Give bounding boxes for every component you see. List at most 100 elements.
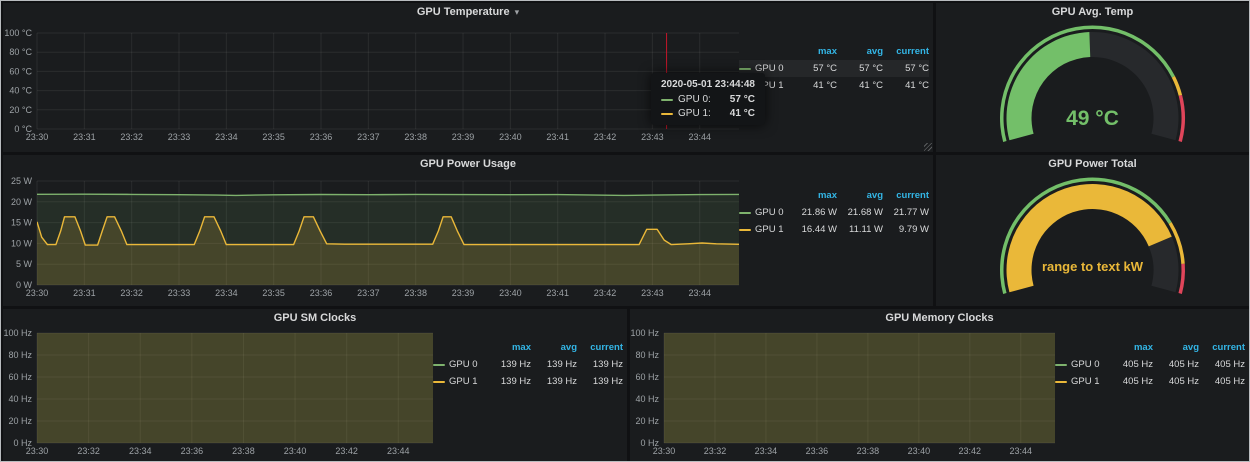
x-axis-tick-label: 23:36 (181, 446, 204, 456)
gpu-power-usage-chart[interactable]: 0 W5 W10 W15 W20 W25 W23:3023:3123:3223:… (3, 173, 739, 304)
x-axis-tick-label: 23:44 (387, 446, 410, 456)
grafana-dashboard: GPU Temperature ▾ 0 °C20 °C40 °C60 °C80 … (0, 0, 1250, 462)
legend-header-row: maxavgcurrent (739, 43, 929, 60)
legend-sort-header-avg[interactable]: avg (837, 190, 883, 201)
x-axis-tick-label: 23:37 (357, 288, 380, 298)
y-axis-tick-label: 100 Hz (3, 328, 32, 338)
legend-sort-header-avg[interactable]: avg (837, 46, 883, 57)
legend-sort-header-avg[interactable]: avg (1153, 342, 1199, 353)
x-axis-tick-label: 23:44 (688, 288, 711, 298)
y-axis-tick-label: 40 Hz (8, 394, 32, 404)
legend-sort-header-max[interactable]: max (791, 190, 837, 201)
x-axis-tick-label: 23:40 (499, 288, 522, 298)
legend-stat-value: 21.77 W (883, 207, 929, 218)
legend-series-row: GPU 1405 Hz405 Hz405 Hz (1055, 373, 1245, 390)
y-axis-tick-label: 5 W (16, 259, 33, 269)
x-axis-tick-label: 23:33 (168, 132, 191, 142)
legend-sort-header-current[interactable]: current (883, 46, 929, 57)
legend-sort-header-max[interactable]: max (791, 46, 837, 57)
legend-stat-value: 57 °C (883, 63, 929, 74)
legend-series-toggle[interactable]: GPU 1 (433, 376, 485, 387)
y-axis-tick-label: 60 Hz (8, 372, 32, 382)
legend-sort-header-max[interactable]: max (485, 342, 531, 353)
legend-sort-header-max[interactable]: max (1107, 342, 1153, 353)
panel-title-text: GPU Power Usage (420, 158, 516, 170)
legend-sort-header-current[interactable]: current (577, 342, 623, 353)
tooltip-series-value: 41 °C (730, 108, 755, 119)
legend-series-name: GPU 0 (755, 207, 784, 218)
legend-series-toggle[interactable]: GPU 0 (433, 359, 485, 370)
legend-stat-value: 405 Hz (1153, 359, 1199, 370)
x-axis-tick-label: 23:40 (908, 446, 931, 456)
legend-series-toggle[interactable]: GPU 1 (1055, 376, 1107, 387)
gpu-avg-temp-gauge (936, 21, 1249, 152)
legend-stat-value: 57 °C (837, 63, 883, 74)
gpu-sm-clocks-legend: maxavgcurrentGPU 0139 Hz139 Hz139 HzGPU … (433, 339, 627, 390)
series-color-dash-icon (739, 212, 751, 214)
series-area-GPU 1 (37, 327, 433, 443)
legend-series-row: GPU 0405 Hz405 Hz405 Hz (1055, 356, 1245, 373)
legend-series-row: GPU 021.86 W21.68 W21.77 W (739, 204, 929, 221)
legend-stat-value: 21.68 W (837, 207, 883, 218)
x-axis-tick-label: 23:33 (168, 288, 191, 298)
tooltip-series-value: 57 °C (730, 94, 755, 105)
legend-series-row: GPU 141 °C41 °C41 °C (739, 77, 929, 94)
x-axis-tick-label: 23:38 (404, 132, 427, 142)
gpu-sm-clocks-chart[interactable]: 0 Hz20 Hz40 Hz60 Hz80 Hz100 Hz23:3023:32… (3, 327, 433, 459)
panel-gpu-avg-temp: GPU Avg. Temp 49 °C (936, 3, 1249, 152)
legend-sort-header-avg[interactable]: avg (531, 342, 577, 353)
tooltip-timestamp: 2020-05-01 23:44:48 (661, 79, 755, 90)
x-axis-tick-label: 23:44 (688, 132, 711, 142)
legend-sort-header-current[interactable]: current (883, 190, 929, 201)
x-axis-tick-label: 23:38 (232, 446, 255, 456)
panel-gpu-memory-clocks: GPU Memory Clocks 0 Hz20 Hz40 Hz60 Hz80 … (630, 309, 1249, 461)
panel-title-gpu-power-usage[interactable]: GPU Power Usage (3, 155, 933, 173)
x-axis-tick-label: 23:34 (215, 288, 238, 298)
panel-title-text: GPU Temperature (417, 6, 510, 18)
legend-series-toggle[interactable]: GPU 0 (1055, 359, 1107, 370)
gpu-temperature-legend: maxavgcurrentGPU 057 °C57 °C57 °CGPU 141… (739, 43, 933, 94)
legend-series-toggle[interactable]: GPU 1 (739, 224, 791, 235)
legend-series-row: GPU 1139 Hz139 Hz139 Hz (433, 373, 623, 390)
panel-title-gpu-avg-temp[interactable]: GPU Avg. Temp (936, 3, 1249, 21)
legend-sort-header-current[interactable]: current (1199, 342, 1245, 353)
legend-header-row: maxavgcurrent (433, 339, 623, 356)
series-color-dash-icon (1055, 381, 1067, 383)
gpu-memory-clocks-chart[interactable]: 0 Hz20 Hz40 Hz60 Hz80 Hz100 Hz23:3023:32… (630, 327, 1055, 459)
x-axis-tick-label: 23:30 (26, 446, 49, 456)
panel-title-text: GPU Power Total (1048, 158, 1136, 170)
x-axis-tick-label: 23:34 (215, 132, 238, 142)
legend-stat-value: 139 Hz (485, 376, 531, 387)
y-axis-tick-label: 10 W (11, 238, 33, 248)
legend-header-row: maxavgcurrent (1055, 339, 1245, 356)
legend-series-toggle[interactable]: GPU 0 (739, 207, 791, 218)
x-axis-tick-label: 23:41 (546, 132, 569, 142)
series-color-dash-icon (433, 381, 445, 383)
x-axis-tick-label: 23:42 (594, 288, 617, 298)
panel-resize-handle[interactable] (924, 143, 932, 151)
graph-tooltip: 2020-05-01 23:44:48 GPU 0: 57 °C GPU 1: … (651, 73, 765, 125)
gauge-value-arc (1007, 184, 1172, 292)
panel-title-gpu-sm-clocks[interactable]: GPU SM Clocks (3, 309, 627, 327)
legend-series-name: GPU 0 (1071, 359, 1100, 370)
y-axis-tick-label: 25 W (11, 176, 33, 186)
legend-stat-value: 405 Hz (1107, 376, 1153, 387)
gpu-temperature-chart[interactable]: 0 °C20 °C40 °C60 °C80 °C100 °C23:3023:31… (3, 21, 739, 150)
gpu-power-total-gauge (936, 173, 1249, 306)
y-axis-tick-label: 80 Hz (635, 350, 659, 360)
legend-stat-value: 57 °C (791, 63, 837, 74)
legend-stat-value: 139 Hz (577, 359, 623, 370)
panel-title-gpu-power-total[interactable]: GPU Power Total (936, 155, 1249, 173)
y-axis-tick-label: 60 Hz (635, 372, 659, 382)
tooltip-series-name: GPU 0: (678, 94, 711, 105)
legend-series-row: GPU 116.44 W11.11 W9.79 W (739, 221, 929, 238)
legend-stat-value: 11.11 W (837, 224, 883, 235)
legend-stat-value: 139 Hz (531, 376, 577, 387)
y-axis-tick-label: 80 °C (9, 47, 32, 57)
x-axis-tick-label: 23:39 (452, 288, 475, 298)
legend-stat-value: 405 Hz (1107, 359, 1153, 370)
panel-title-gpu-memory-clocks[interactable]: GPU Memory Clocks (630, 309, 1249, 327)
gridlines (37, 33, 739, 129)
panel-title-gpu-temperature[interactable]: GPU Temperature ▾ (3, 3, 933, 21)
legend-series-row: GPU 0139 Hz139 Hz139 Hz (433, 356, 623, 373)
